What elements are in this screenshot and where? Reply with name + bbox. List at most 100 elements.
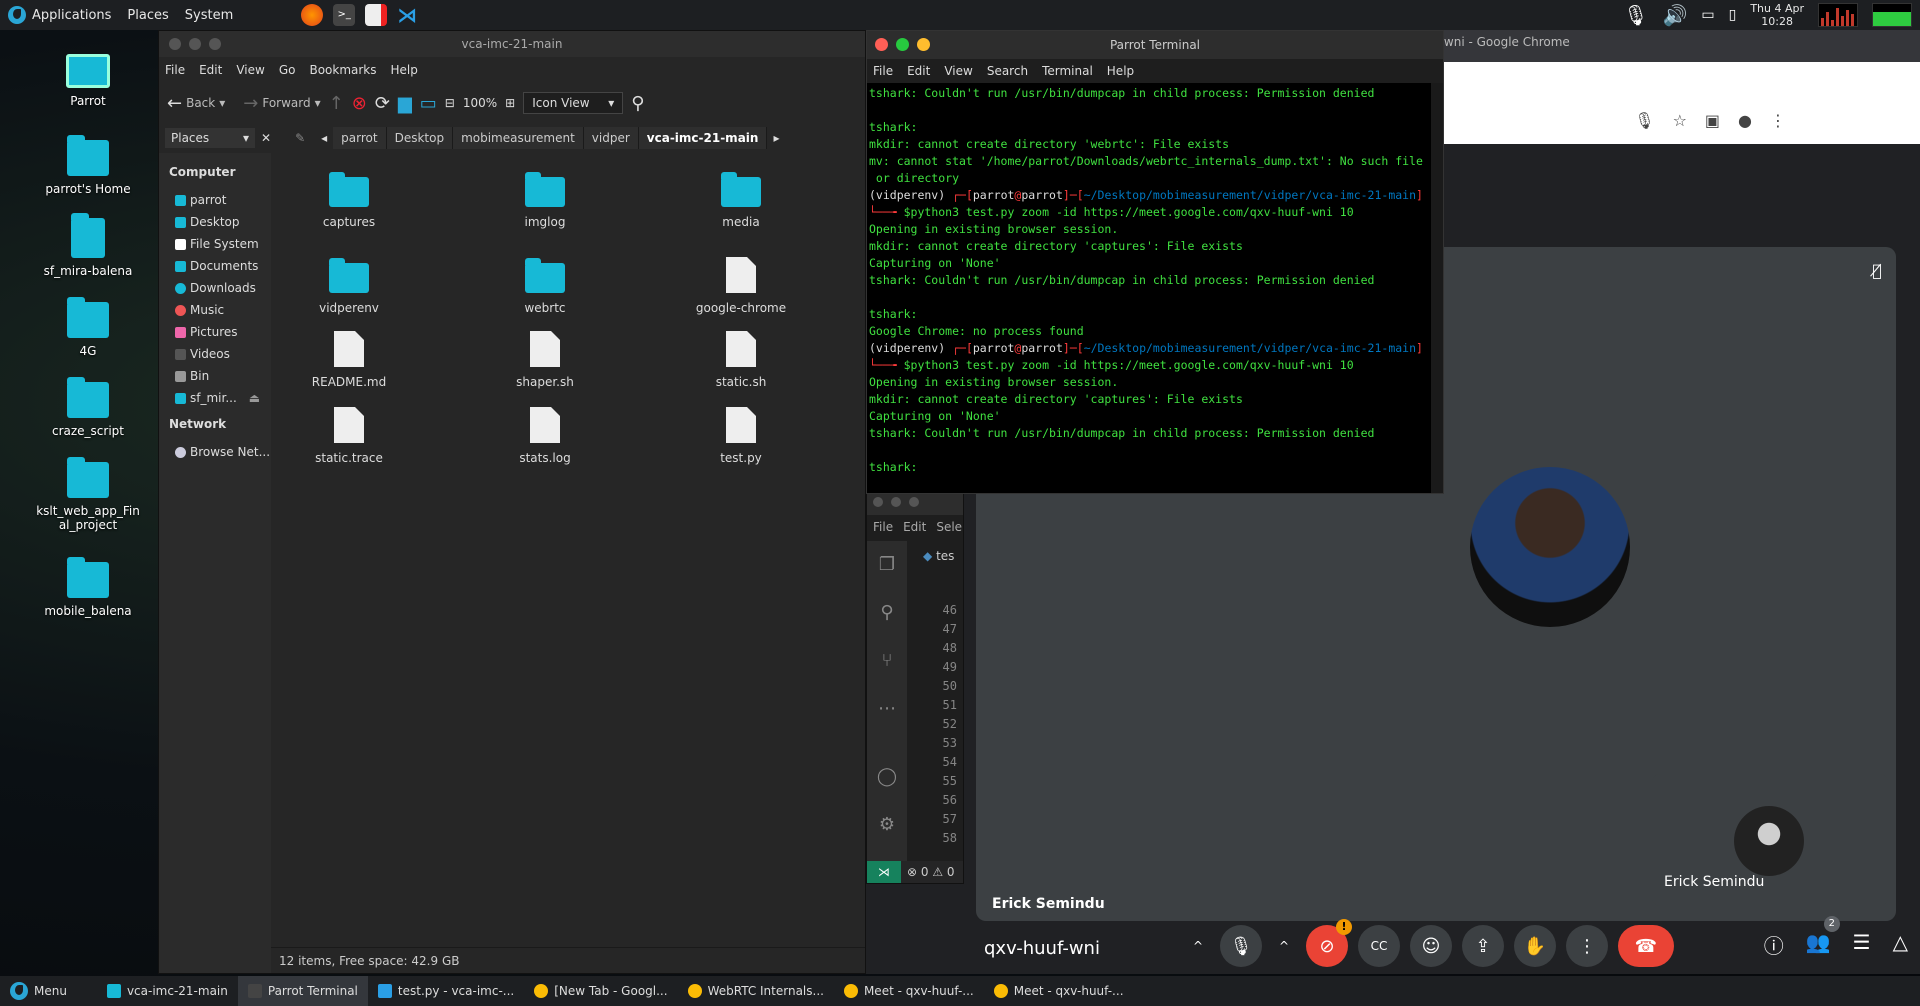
desktop-icon-mobile-balena[interactable]: mobile_balena	[28, 557, 148, 618]
sidebar-item-browse-network[interactable]: Browse Net...	[169, 441, 271, 463]
desktop-icon-kslt-web-app[interactable]: kslt_web_app_Final_project	[28, 457, 148, 532]
close-window-icon[interactable]	[875, 38, 888, 51]
maximize-window-icon[interactable]	[896, 38, 909, 51]
back-button[interactable]: ← Back ▾	[167, 93, 225, 114]
task-webrtc-internals[interactable]: WebRTC Internals...	[678, 976, 834, 1006]
reactions-button[interactable]: ☺	[1410, 925, 1452, 967]
vscode-titlebar[interactable]	[867, 491, 963, 515]
breadcrumb-mobimeasurement[interactable]: mobimeasurement	[453, 127, 584, 149]
menu-file[interactable]: File	[165, 63, 185, 77]
minimize-window-icon[interactable]	[891, 497, 901, 507]
source-control-icon[interactable]: ⑂	[867, 637, 907, 685]
stop-icon[interactable]: ⊗	[352, 93, 367, 114]
file-manager-titlebar[interactable]: vca-imc-21-main	[159, 31, 865, 57]
participant-tile-self[interactable]: Erick Semindu	[1652, 774, 1888, 906]
present-screen-button[interactable]: ⇪	[1462, 925, 1504, 967]
menu-edit[interactable]: Edit	[199, 63, 222, 77]
places-select[interactable]: Places ▾	[165, 128, 255, 148]
task-file-manager[interactable]: vca-imc-21-main	[97, 976, 238, 1006]
chat-icon[interactable]: ☰	[1853, 930, 1871, 959]
menu-view[interactable]: View	[944, 64, 972, 78]
sidebar-item-parrot[interactable]: parrot	[169, 189, 271, 211]
task-meet-2[interactable]: Meet - qxv-huuf-...	[984, 976, 1134, 1006]
more-options-button[interactable]: ⋮	[1566, 925, 1608, 967]
sidebar-item-documents[interactable]: Documents	[169, 255, 271, 277]
breadcrumb-vidper[interactable]: vidper	[583, 127, 639, 149]
breadcrumb-desktop[interactable]: Desktop	[386, 127, 454, 149]
raise-hand-button[interactable]: ✋	[1514, 925, 1556, 967]
desktop-icon-sf-mira-balena[interactable]: sf_mira-balena	[28, 213, 148, 278]
meeting-info-icon[interactable]: ⓘ	[1764, 930, 1784, 959]
explorer-icon[interactable]: ❐	[867, 541, 907, 589]
maximize-window-icon[interactable]	[209, 38, 221, 50]
sidebar-item-file-system[interactable]: File System	[169, 233, 271, 255]
activities-icon[interactable]: △	[1893, 930, 1908, 959]
menu-help[interactable]: Help	[391, 63, 418, 77]
desktop-icon-parrot[interactable]: Parrot	[28, 54, 148, 108]
close-sidebar-icon[interactable]: ✕	[261, 131, 271, 145]
vscode-launcher-icon[interactable]: ⋊	[397, 4, 419, 26]
edit-path-icon[interactable]: ✎	[295, 131, 305, 145]
file-item[interactable]: vidperenv	[279, 258, 419, 315]
volume-icon[interactable]: 🔊	[1662, 3, 1687, 27]
home-icon[interactable]: ▆	[398, 93, 412, 114]
eject-icon[interactable]: ⏏	[249, 391, 260, 405]
menu-button[interactable]: Menu	[0, 976, 77, 1006]
microphone-icon[interactable]: 🎙	[1634, 111, 1654, 130]
maximize-window-icon[interactable]	[909, 497, 919, 507]
breadcrumb-current[interactable]: vca-imc-21-main	[638, 127, 768, 149]
desktop-icon-craze-script[interactable]: craze_script	[28, 377, 148, 438]
sidebar-item-pictures[interactable]: Pictures	[169, 321, 271, 343]
desktop-icon-home[interactable]: parrot's Home	[28, 135, 148, 196]
breadcrumb-right-icon[interactable]: ▸	[773, 131, 779, 145]
computer-icon[interactable]: ▭	[420, 93, 437, 114]
more-icon[interactable]: ⋯	[867, 685, 907, 733]
view-mode-select[interactable]: Icon View ▾	[523, 92, 624, 114]
audio-options-chevron-icon[interactable]: ^	[1186, 925, 1210, 967]
file-item[interactable]: static.sh	[671, 331, 811, 389]
remote-indicator-icon[interactable]: ⋊	[867, 861, 901, 883]
clock[interactable]: Thu 4 Apr 10:28	[1750, 2, 1804, 28]
microphone-icon[interactable]: 🎙	[1623, 3, 1648, 27]
camera-toggle-button[interactable]: ⊘!	[1306, 919, 1352, 967]
applications-menu[interactable]: Applications	[0, 6, 119, 24]
account-icon[interactable]: ◯	[867, 753, 907, 801]
menu-edit[interactable]: Edit	[903, 520, 926, 534]
terminal-launcher-icon[interactable]: >_	[333, 4, 356, 26]
video-options-chevron-icon[interactable]: ^	[1272, 925, 1296, 967]
error-count[interactable]: ⊗ 0 ⚠ 0	[907, 865, 955, 879]
menu-help[interactable]: Help	[1107, 64, 1134, 78]
places-menu[interactable]: Places	[119, 8, 176, 23]
search-icon[interactable]: ⚲	[631, 93, 644, 114]
terminal-titlebar[interactable]: Parrot Terminal	[867, 31, 1443, 59]
battery-icon[interactable]: ▯	[1729, 7, 1737, 23]
up-arrow-icon[interactable]: ↑	[329, 93, 344, 114]
sidebar-item-bin[interactable]: Bin	[169, 365, 271, 387]
zoom-in-icon[interactable]: ⊞	[505, 96, 515, 110]
settings-gear-icon[interactable]: ⚙	[867, 801, 907, 849]
file-item[interactable]: captures	[279, 172, 419, 229]
file-item[interactable]: media	[671, 172, 811, 229]
minimize-window-icon[interactable]	[917, 38, 930, 51]
task-terminal[interactable]: Parrot Terminal	[237, 976, 368, 1006]
reload-icon[interactable]: ⟳	[375, 93, 390, 114]
system-menu[interactable]: System	[177, 8, 241, 23]
file-item[interactable]: webrtc	[475, 258, 615, 315]
file-item[interactable]: stats.log	[475, 407, 615, 465]
file-item[interactable]: test.py	[671, 407, 811, 465]
menu-file[interactable]: File	[873, 520, 893, 534]
people-icon[interactable]: 👥 2	[1806, 916, 1840, 959]
task-chrome-new-tab[interactable]: [New Tab - Googl...	[524, 976, 677, 1006]
forward-button[interactable]: → Forward ▾	[243, 93, 320, 114]
sidebar-item-sf-mira[interactable]: sf_mir... ⏏	[169, 387, 271, 409]
sidebar-item-desktop[interactable]: Desktop	[169, 211, 271, 233]
search-icon[interactable]: ⚲	[867, 589, 907, 637]
display-icon[interactable]: ▭	[1701, 7, 1714, 23]
editor-tab[interactable]: ◆ tes	[923, 549, 954, 563]
file-item[interactable]: imglog	[475, 172, 615, 229]
zoom-out-icon[interactable]: ⊟	[445, 96, 455, 110]
breadcrumb-parrot[interactable]: parrot	[333, 127, 387, 149]
profile-avatar[interactable]: ●	[1738, 111, 1752, 130]
more-options-icon[interactable]: ⋮	[1770, 111, 1786, 130]
captions-button[interactable]: CC	[1358, 925, 1400, 967]
